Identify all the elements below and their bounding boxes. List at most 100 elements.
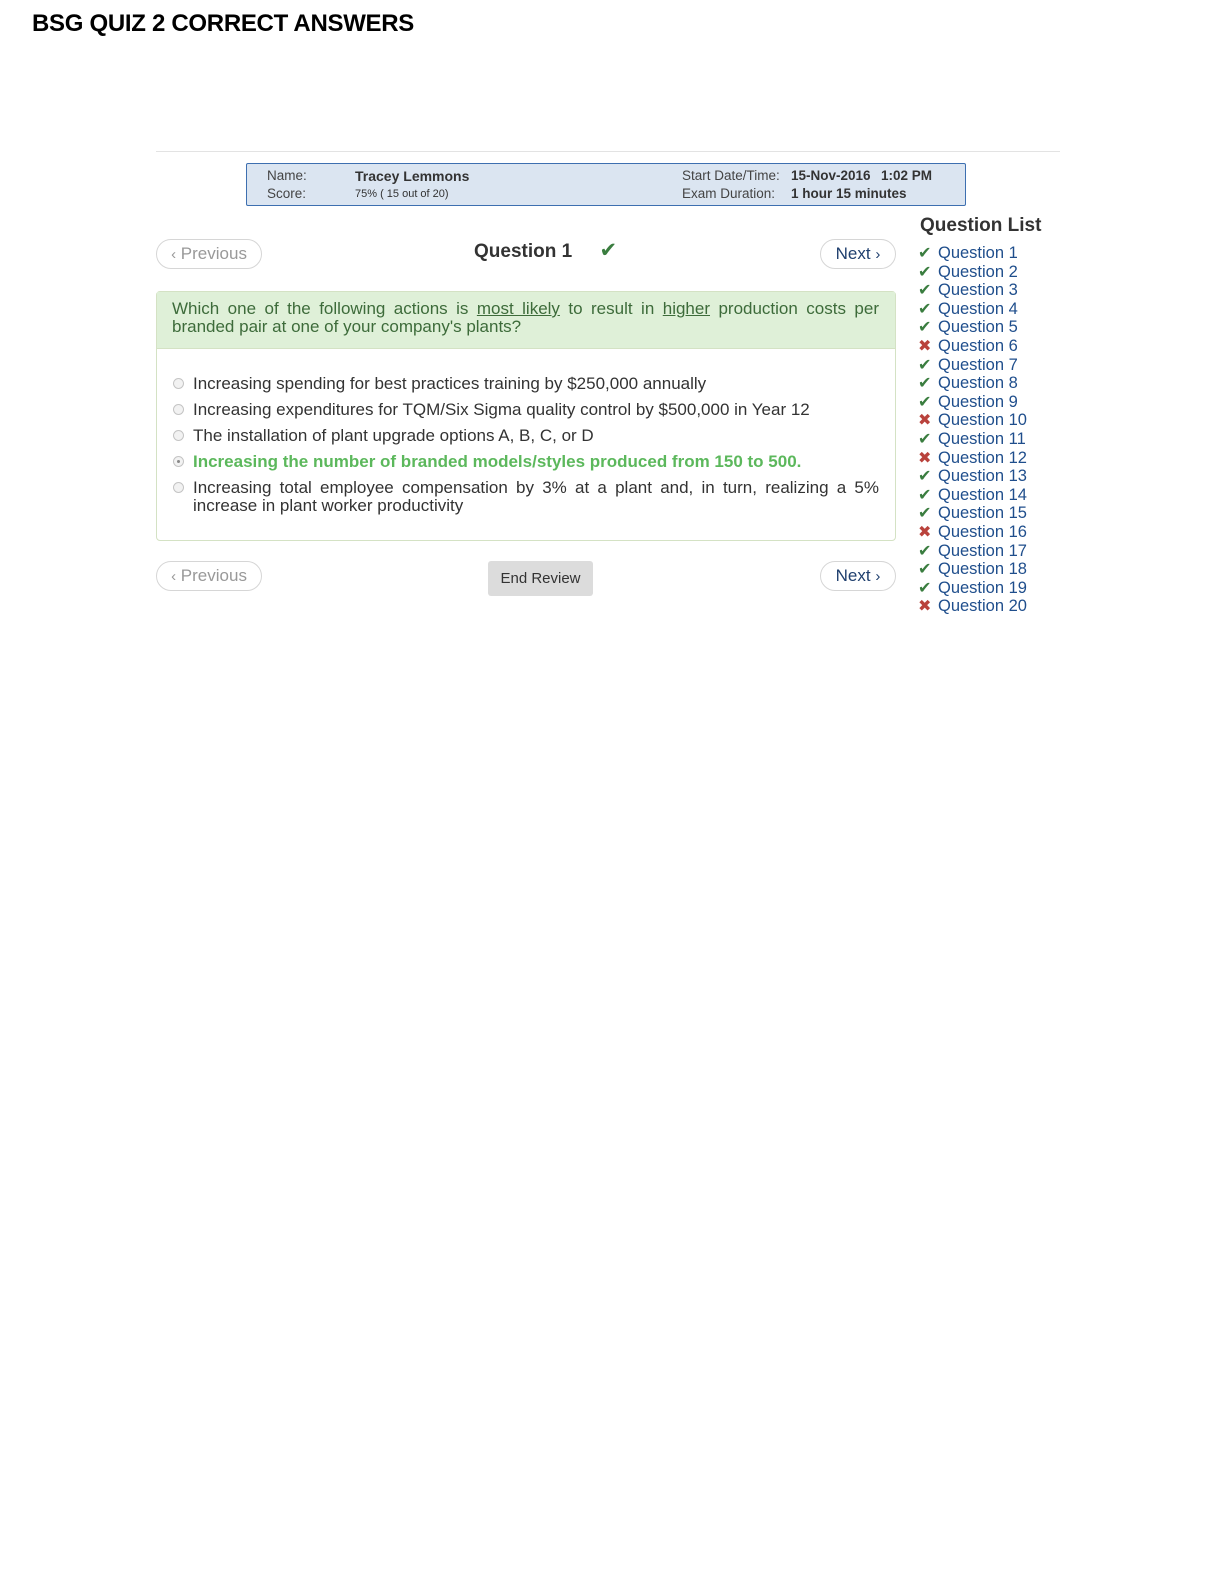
question-title: Question 1 [474,241,573,262]
question-text-emphasis: most likely [476,299,560,318]
next-button-bottom[interactable]: Next › [820,561,896,591]
question-link[interactable]: Question 16 [938,523,1027,541]
start-label: Start Date/Time: [682,168,780,183]
question-list-item[interactable]: ✔ Question 2 [918,263,1027,282]
question-list-item[interactable]: ✖ Question 20 [918,597,1027,616]
question-text: Which one of the following actions is mo… [157,292,895,349]
previous-label: Previous [180,244,247,263]
chevron-left-icon: ‹ [171,568,177,585]
answer-option[interactable]: Increasing expenditures for TQM/Six Sigm… [173,401,879,419]
checkmark-icon: ✔ [599,239,618,262]
previous-label: Previous [180,566,247,585]
previous-button-top[interactable]: ‹ Previous [156,239,262,269]
question-link[interactable]: Question 17 [938,542,1027,560]
checkmark-icon: ✔ [918,263,932,281]
x-mark-icon: ✖ [918,449,932,467]
question-link[interactable]: Question 1 [938,244,1018,262]
question-link[interactable]: Question 5 [938,318,1018,336]
question-list-item[interactable]: ✖ Question 12 [918,449,1027,468]
question-link[interactable]: Question 10 [938,411,1027,429]
question-link[interactable]: Question 14 [938,486,1027,504]
previous-button-bottom[interactable]: ‹ Previous [156,561,262,591]
checkmark-icon: ✔ [918,542,932,560]
chevron-left-icon: ‹ [171,246,177,263]
question-link[interactable]: Question 2 [938,263,1018,281]
question-list-item[interactable]: ✔ Question 19 [918,579,1027,598]
question-link[interactable]: Question 9 [938,393,1018,411]
x-mark-icon: ✖ [918,598,932,616]
chevron-right-icon: › [875,568,881,585]
question-list-item[interactable]: ✔ Question 14 [918,486,1027,505]
next-label: Next [835,566,871,585]
question-list-item[interactable]: ✔ Question 7 [918,356,1027,375]
question-link[interactable]: Question 7 [938,356,1018,374]
start-time: 1:02 PM [881,168,933,183]
checkmark-icon: ✔ [918,245,932,262]
question-list-item[interactable]: ✖ Question 6 [918,337,1027,356]
score-label: Score: [267,186,307,201]
checkmark-icon: ✔ [918,468,932,486]
checkmark-icon: ✔ [918,319,932,337]
question-list-title: Question List [920,215,1042,236]
question-link[interactable]: Question 13 [938,467,1027,485]
checkmark-icon: ✔ [918,282,932,300]
end-review-button[interactable]: End Review [488,561,593,596]
question-link[interactable]: Question 15 [938,504,1027,522]
checkmark-icon: ✔ [918,375,932,393]
duration-value: 1 hour 15 minutes [791,186,907,201]
answer-option[interactable]: The installation of plant upgrade option… [173,427,879,445]
next-label: Next [835,244,871,263]
question-list-item[interactable]: ✔ Question 9 [918,393,1027,412]
chevron-right-icon: › [875,246,881,263]
start-date: 15-Nov-2016 [791,168,871,183]
question-heading: Question 1 ✔ [474,238,617,263]
radio-button-selected[interactable] [173,456,184,467]
x-mark-icon: ✖ [918,412,932,430]
checkmark-icon: ✔ [918,505,932,523]
question-list-item[interactable]: ✔ Question 8 [918,374,1027,393]
answer-option[interactable]: Increasing total employee compensation b… [173,479,879,515]
question-list-item[interactable]: ✔ Question 1 [918,244,1027,263]
question-list-item[interactable]: ✔ Question 5 [918,318,1027,337]
question-list-item[interactable]: ✔ Question 18 [918,560,1027,579]
name-label: Name: [267,168,307,183]
question-link[interactable]: Question 12 [938,449,1027,467]
question-link[interactable]: Question 20 [938,597,1027,615]
question-list-item[interactable]: ✔ Question 17 [918,542,1027,561]
answer-option-text: Increasing total employee compensation b… [193,478,879,515]
answer-option-text: Increasing spending for best practices t… [193,374,707,393]
checkmark-icon: ✔ [918,486,932,504]
question-link[interactable]: Question 18 [938,560,1027,578]
question-list-item[interactable]: ✔ Question 15 [918,504,1027,523]
answer-option[interactable]: Increasing spending for best practices t… [173,375,879,393]
question-link[interactable]: Question 6 [938,337,1018,355]
question-link[interactable]: Question 11 [938,430,1026,448]
radio-button[interactable] [173,378,184,389]
question-list-item[interactable]: ✔ Question 4 [918,300,1027,319]
name-value: Tracey Lemmons [355,168,470,184]
x-mark-icon: ✖ [918,337,932,355]
question-panel: Which one of the following actions is mo… [156,291,896,541]
radio-button[interactable] [173,482,184,493]
question-link[interactable]: Question 3 [938,281,1018,299]
question-list: ✔ Question 1 ✔ Question 2 ✔ Question 3 ✔ Questi… [918,244,1027,616]
question-list-item[interactable]: ✖ Question 16 [918,523,1027,542]
question-link[interactable]: Question 4 [938,300,1018,318]
next-button-top[interactable]: Next › [820,239,896,269]
question-list-item[interactable]: ✖ Question 10 [918,411,1027,430]
answer-option-correct[interactable]: Increasing the number of branded models/… [173,453,879,471]
document-title: BSG QUIZ 2 CORRECT ANSWERS [32,10,415,37]
checkmark-icon: ✔ [918,561,932,579]
question-link[interactable]: Question 8 [938,374,1018,392]
answer-option-text: The installation of plant upgrade option… [193,426,594,445]
question-text-part: to result in [559,299,663,318]
question-list-item[interactable]: ✔ Question 11 [918,430,1027,449]
question-list-item[interactable]: ✔ Question 3 [918,281,1027,300]
question-link[interactable]: Question 19 [938,579,1027,597]
question-text-part: Which one of the following actions is [172,299,477,318]
exam-info-box: Name: Tracey Lemmons Score: 75% ( 15 out… [246,163,966,206]
radio-button[interactable] [173,404,184,415]
question-list-item[interactable]: ✔ Question 13 [918,467,1027,486]
radio-button[interactable] [173,430,184,441]
question-text-emphasis: higher [662,299,710,318]
